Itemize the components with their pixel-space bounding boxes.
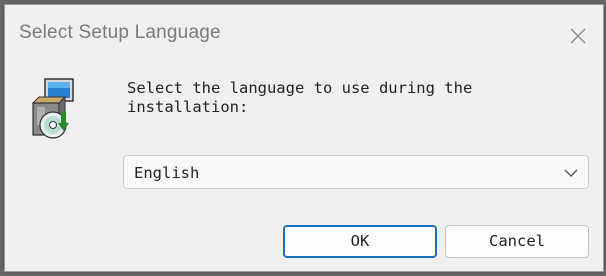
language-select-value: English: [134, 164, 200, 182]
ok-button[interactable]: OK: [283, 225, 437, 258]
language-prompt: Select the language to use during the in…: [127, 79, 473, 116]
setup-installer-icon: [31, 78, 74, 139]
close-icon: [570, 28, 586, 44]
cancel-button[interactable]: Cancel: [445, 225, 589, 258]
language-select[interactable]: English: [123, 155, 589, 189]
setup-language-dialog: Select Setup Language Select the languag…: [4, 4, 604, 272]
chevron-down-icon: [564, 169, 578, 177]
title-bar: Select Setup Language: [5, 5, 603, 65]
window-title: Select Setup Language: [19, 22, 221, 43]
close-button[interactable]: [557, 19, 603, 53]
